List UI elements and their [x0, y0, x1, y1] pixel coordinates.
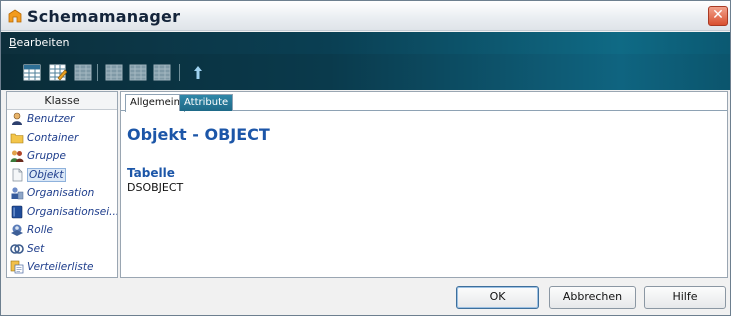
grid-disabled-icon[interactable] — [129, 64, 147, 81]
menu-bar: Bearbeiten — [1, 32, 730, 54]
class-item-objekt[interactable]: Objekt — [7, 166, 117, 185]
object-title: Objekt - OBJECT — [127, 125, 270, 144]
tab-attribute[interactable]: Attribute — [179, 94, 234, 111]
tab-allgemein[interactable]: Allgemein — [125, 94, 185, 112]
help-button[interactable]: Hilfe — [644, 286, 726, 309]
toolbar-separator — [97, 64, 98, 81]
class-item-container[interactable]: Container — [7, 129, 117, 148]
app-icon — [8, 9, 22, 23]
class-item-label: Container — [27, 131, 79, 144]
ok-button[interactable]: OK — [456, 286, 539, 309]
title-bar[interactable]: Schemamanager ✕ — [1, 1, 730, 31]
menu-item-bearbeiten[interactable]: Bearbeiten — [9, 36, 69, 49]
class-item-organisationseinheit[interactable]: Organisationsei... — [7, 203, 117, 222]
arrow-up-icon[interactable] — [189, 64, 207, 81]
class-item-set[interactable]: Set — [7, 240, 117, 259]
class-item-label: Benutzer — [27, 113, 75, 125]
organization-icon — [11, 187, 24, 200]
grid-disabled-icon[interactable] — [153, 64, 171, 81]
class-item-organisation[interactable]: Organisation — [7, 184, 117, 203]
cancel-button[interactable]: Abbrechen — [549, 286, 636, 309]
set-icon — [10, 243, 24, 254]
class-item-benutzer[interactable]: Benutzer — [7, 110, 117, 129]
grid-delete-icon[interactable] — [74, 64, 92, 81]
class-item-label: Organisation — [27, 187, 95, 199]
book-icon — [11, 205, 23, 218]
tab-strip: Allgemein Attribute — [121, 92, 727, 112]
table-section-heading: Tabelle — [127, 166, 175, 180]
grid-disabled-icon[interactable] — [105, 64, 123, 81]
class-item-gruppe[interactable]: Gruppe — [7, 147, 117, 166]
toolbar — [1, 54, 730, 90]
document-icon — [12, 168, 23, 181]
class-item-rolle[interactable]: Rolle — [7, 221, 117, 240]
toolbar-separator — [179, 64, 180, 81]
table-name-value: DSOBJECT — [127, 181, 184, 194]
class-item-label: Verteilerliste — [27, 261, 94, 273]
distribution-list-icon — [10, 260, 24, 274]
group-icon — [10, 150, 24, 162]
class-item-label: Objekt — [27, 167, 66, 182]
class-list-pane: Klasse Benutzer Container Gruppe Objekt … — [6, 91, 118, 278]
grid-icon[interactable] — [23, 64, 41, 81]
user-icon — [12, 112, 22, 125]
class-item-label: Organisationsei... — [27, 205, 117, 218]
schemamanager-window: Schemamanager ✕ Bearbeiten Klasse Benutz… — [0, 0, 731, 316]
class-item-label: Set — [27, 242, 45, 255]
folder-icon — [10, 133, 24, 143]
menu-item-label: earbeiten — [16, 36, 70, 49]
close-button[interactable]: ✕ — [708, 6, 728, 26]
detail-pane: Allgemein Attribute Objekt - OBJECT Tabe… — [120, 91, 728, 278]
class-item-label: Gruppe — [27, 150, 66, 162]
role-icon — [11, 224, 23, 236]
grid-edit-icon[interactable] — [49, 64, 67, 81]
class-list-header[interactable]: Klasse — [7, 92, 117, 110]
menu-accelerator: B — [9, 36, 17, 49]
class-item-label: Rolle — [27, 224, 54, 236]
class-item-verteilerliste[interactable]: Verteilerliste — [7, 258, 117, 277]
window-title: Schemamanager — [27, 7, 181, 26]
